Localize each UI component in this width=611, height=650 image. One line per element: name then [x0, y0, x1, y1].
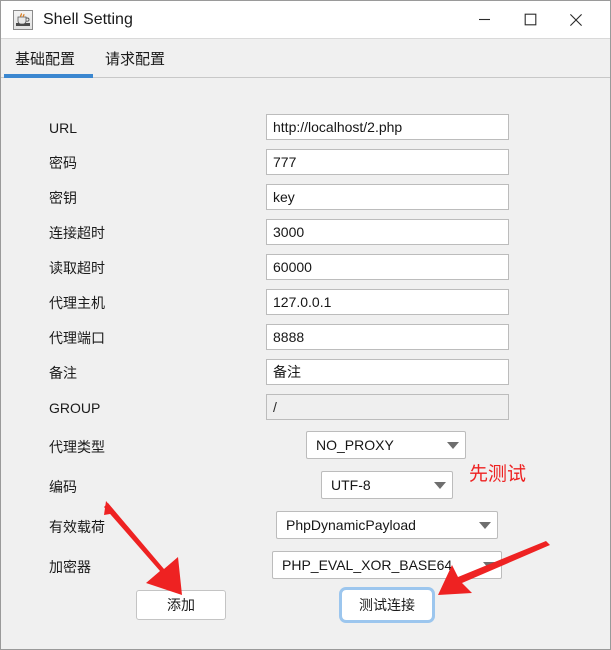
test-connection-button[interactable]: 测试连接 — [339, 587, 435, 623]
label-proxy-type: 代理类型 — [49, 439, 105, 455]
chevron-down-icon — [434, 481, 446, 489]
label-secret-key: 密钥 — [49, 190, 77, 206]
label-proxy-host: 代理主机 — [49, 295, 105, 311]
chevron-down-icon — [447, 441, 459, 449]
encryptor-value: PHP_EVAL_XOR_BASE64 — [282, 557, 453, 573]
secret-key-input[interactable] — [266, 184, 509, 210]
add-button[interactable]: 添加 — [136, 590, 226, 620]
proxy-port-input[interactable] — [266, 324, 509, 350]
password-input[interactable] — [266, 149, 509, 175]
read-timeout-input[interactable] — [266, 254, 509, 280]
label-remark: 备注 — [49, 365, 77, 381]
title-bar: Shell Setting — [1, 1, 610, 39]
proxy-type-select[interactable]: NO_PROXY — [306, 431, 466, 459]
label-encryptor: 加密器 — [49, 559, 91, 575]
tab-bar: 基础配置 请求配置 — [1, 39, 610, 78]
remark-input[interactable] — [266, 359, 509, 385]
group-input[interactable] — [266, 394, 509, 420]
tab-request-config[interactable]: 请求配置 — [105, 39, 165, 77]
proxy-host-input[interactable] — [266, 289, 509, 315]
chevron-down-icon — [479, 521, 491, 529]
shell-setting-window: Shell Setting 基础配置 请求配置 URL 密码 密钥 连接超时 读… — [0, 0, 611, 650]
java-coffee-cup-icon — [13, 10, 33, 30]
add-button-label: 添加 — [167, 597, 195, 613]
label-read-timeout: 读取超时 — [49, 260, 105, 276]
label-connect-timeout: 连接超时 — [49, 225, 105, 241]
encoding-select[interactable]: UTF-8 — [321, 471, 453, 499]
tab-basic-config[interactable]: 基础配置 — [15, 39, 75, 77]
tab-label: 基础配置 — [15, 50, 76, 68]
close-icon[interactable] — [553, 1, 599, 38]
connect-timeout-input[interactable] — [266, 219, 509, 245]
active-tab-indicator — [4, 74, 93, 78]
payload-select[interactable]: PhpDynamicPayload — [276, 511, 498, 539]
label-payload: 有效载荷 — [49, 519, 105, 535]
label-url: URL — [49, 120, 78, 136]
red-arrow-icon-left — [104, 501, 182, 595]
label-group: GROUP — [49, 400, 101, 416]
url-input[interactable] — [266, 114, 509, 140]
label-encoding: 编码 — [49, 479, 77, 495]
proxy-type-value: NO_PROXY — [316, 437, 394, 453]
chevron-down-icon — [483, 561, 495, 569]
maximize-icon[interactable] — [507, 1, 553, 38]
label-proxy-port: 代理端口 — [49, 330, 105, 346]
minimize-icon[interactable] — [461, 1, 507, 38]
label-password: 密码 — [49, 155, 77, 171]
payload-value: PhpDynamicPayload — [286, 517, 416, 533]
window-title: Shell Setting — [43, 11, 133, 28]
encoding-value: UTF-8 — [331, 477, 371, 493]
encryptor-select[interactable]: PHP_EVAL_XOR_BASE64 — [272, 551, 502, 579]
test-connection-button-label: 测试连接 — [359, 597, 415, 613]
annotation-note-text: 先测试 — [469, 464, 527, 485]
tab-label: 请求配置 — [105, 50, 166, 68]
